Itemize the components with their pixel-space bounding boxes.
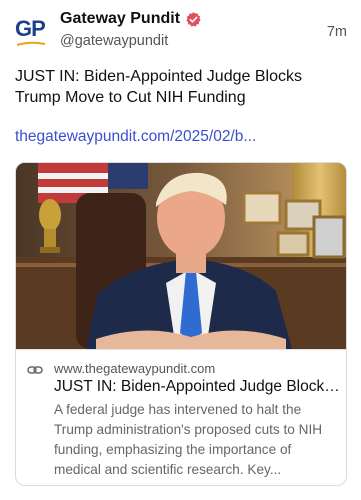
author-display-name[interactable]: Gateway Pundit xyxy=(60,10,180,28)
link-chain-icon xyxy=(27,366,43,374)
card-image[interactable] xyxy=(16,163,346,349)
card-domain: www.thegatewaypundit.com xyxy=(54,361,216,376)
card-title[interactable]: JUST IN: Biden-Appointed Judge Blocks Tr… xyxy=(54,378,340,396)
feed-post[interactable]: GP Gateway Pundit @gatewaypundit 7m JUST… xyxy=(0,0,361,500)
post-text: JUST IN: Biden-Appointed Judge Blocks Tr… xyxy=(15,68,302,106)
card-meta[interactable]: www.thegatewaypundit.com JUST IN: Biden-… xyxy=(16,349,346,485)
card-description: A federal judge has intervened to halt t… xyxy=(54,402,323,477)
link-preview-card[interactable]: www.thegatewaypundit.com JUST IN: Biden-… xyxy=(15,162,347,486)
post-timestamp[interactable]: 7m xyxy=(327,24,347,40)
logo-swoosh-icon xyxy=(16,41,46,46)
author-name-row: Gateway Pundit xyxy=(60,10,202,28)
avatar[interactable]: GP xyxy=(13,16,53,50)
author-handle[interactable]: @gatewaypundit xyxy=(60,33,168,49)
verified-badge-icon xyxy=(186,11,201,27)
post-link[interactable]: thegatewaypundit.com/2025/02/b... xyxy=(15,128,345,146)
avatar-logo-text: GP xyxy=(15,16,46,41)
photo-oval-office-icon xyxy=(16,163,346,349)
